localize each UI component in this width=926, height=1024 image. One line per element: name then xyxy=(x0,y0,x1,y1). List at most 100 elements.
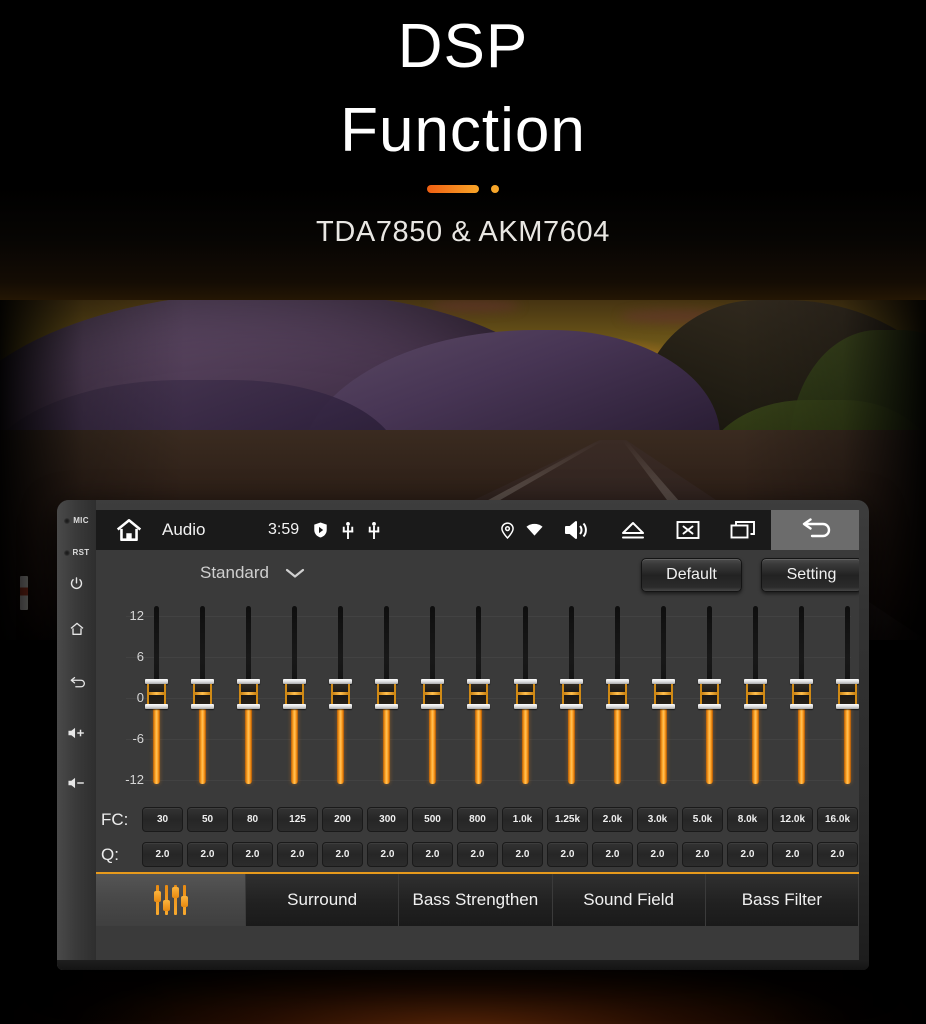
eq-slider-thumb[interactable] xyxy=(375,679,399,709)
q-chip[interactable]: 2.0 xyxy=(457,842,498,867)
eq-slider-thumb[interactable] xyxy=(697,679,721,709)
eq-slider-thumb[interactable] xyxy=(559,679,583,709)
tab-sound-field[interactable]: Sound Field xyxy=(552,874,706,926)
q-chip[interactable]: 2.0 xyxy=(817,842,858,867)
eq-slider[interactable] xyxy=(605,606,629,784)
fc-chip[interactable]: 16.0k xyxy=(817,807,858,832)
eq-slider-thumb[interactable] xyxy=(421,679,445,709)
bezel-reset[interactable]: RST xyxy=(57,548,96,557)
eq-slider-track-filled xyxy=(337,703,345,784)
eq-slider-thumb[interactable] xyxy=(283,679,307,709)
setting-button[interactable]: Setting xyxy=(761,558,859,592)
fc-chip[interactable]: 2.0k xyxy=(592,807,633,832)
q-chip[interactable]: 2.0 xyxy=(232,842,273,867)
toolbar-eject-button[interactable] xyxy=(605,510,661,550)
eq-slider[interactable] xyxy=(789,606,813,784)
eq-slider[interactable] xyxy=(237,606,261,784)
fc-chip[interactable]: 300 xyxy=(367,807,408,832)
eq-slider[interactable] xyxy=(743,606,767,784)
eq-slider-thumb[interactable] xyxy=(605,679,629,709)
thumb-cap-bottom xyxy=(145,704,168,709)
q-chip[interactable]: 2.0 xyxy=(277,842,318,867)
eq-slider[interactable] xyxy=(513,606,537,784)
toolbar-home-button[interactable] xyxy=(96,517,162,543)
fc-chip[interactable]: 8.0k xyxy=(727,807,768,832)
thumb-body xyxy=(561,684,581,704)
fc-chip[interactable]: 1.0k xyxy=(502,807,543,832)
bezel-back-button[interactable] xyxy=(57,672,96,694)
toolbar-location-button[interactable] xyxy=(495,510,520,550)
toolbar-close-button[interactable] xyxy=(661,510,715,550)
eq-slider-thumb[interactable] xyxy=(191,679,215,709)
eq-slider-thumb[interactable] xyxy=(467,679,491,709)
fc-chip[interactable]: 3.0k xyxy=(637,807,678,832)
eq-slider-thumb[interactable] xyxy=(651,679,675,709)
q-chip[interactable]: 2.0 xyxy=(727,842,768,867)
fc-chip[interactable]: 80 xyxy=(232,807,273,832)
preset-dropdown[interactable]: Standard xyxy=(200,563,305,583)
fc-chip[interactable]: 1.25k xyxy=(547,807,588,832)
eq-slider[interactable] xyxy=(467,606,491,784)
bezel-power-button[interactable] xyxy=(57,572,96,594)
equalizer-icon-bar xyxy=(171,885,179,915)
fc-chip[interactable]: 5.0k xyxy=(682,807,723,832)
q-chip[interactable]: 2.0 xyxy=(682,842,723,867)
eq-slider[interactable] xyxy=(283,606,307,784)
tab-surround[interactable]: Surround xyxy=(246,874,400,926)
q-chip[interactable]: 2.0 xyxy=(367,842,408,867)
tab-bass-filter[interactable]: Bass Filter xyxy=(705,874,859,926)
fc-chip[interactable]: 125 xyxy=(277,807,318,832)
bezel-volume-up-button[interactable] xyxy=(57,722,96,744)
fc-chip[interactable]: 200 xyxy=(322,807,363,832)
eq-slider[interactable] xyxy=(697,606,721,784)
bezel-volume-down-button[interactable] xyxy=(57,772,96,794)
tab-label: Bass Strengthen xyxy=(412,890,539,909)
toolbar-volume-button[interactable] xyxy=(549,510,605,550)
fc-chip[interactable]: 12.0k xyxy=(772,807,813,832)
q-chip[interactable]: 2.0 xyxy=(322,842,363,867)
thumb-body xyxy=(745,684,765,704)
q-chip[interactable]: 2.0 xyxy=(592,842,633,867)
q-chip[interactable]: 2.0 xyxy=(502,842,543,867)
eq-slider-track-filled xyxy=(705,703,713,784)
eq-slider[interactable] xyxy=(191,606,215,784)
q-chip[interactable]: 2.0 xyxy=(412,842,453,867)
bezel-home-button[interactable] xyxy=(57,618,96,640)
eq-slider-thumb[interactable] xyxy=(789,679,813,709)
toolbar-wifi-button[interactable] xyxy=(520,510,549,550)
eq-slider[interactable] xyxy=(421,606,445,784)
tab-equalizer[interactable] xyxy=(96,874,246,926)
eq-slider[interactable] xyxy=(835,606,859,784)
eq-slider[interactable] xyxy=(651,606,675,784)
eq-slider[interactable] xyxy=(145,606,168,784)
q-chip[interactable]: 2.0 xyxy=(142,842,183,867)
default-button[interactable]: Default xyxy=(641,558,742,592)
fc-chip[interactable]: 30 xyxy=(142,807,183,832)
tab-bass-strengthen[interactable]: Bass Strengthen xyxy=(399,874,553,926)
q-chip[interactable]: 2.0 xyxy=(187,842,228,867)
eq-slider-thumb[interactable] xyxy=(145,679,168,709)
q-chip[interactable]: 2.0 xyxy=(772,842,813,867)
toolbar-multitask-button[interactable] xyxy=(715,510,771,550)
eq-slider-thumb[interactable] xyxy=(743,679,767,709)
eq-slider-thumb[interactable] xyxy=(237,679,261,709)
fc-chip[interactable]: 500 xyxy=(412,807,453,832)
eq-slider[interactable] xyxy=(329,606,353,784)
eq-slider-thumb[interactable] xyxy=(835,679,859,709)
eq-slider-track-filled xyxy=(797,703,805,784)
fc-row-label: FC: xyxy=(101,809,129,829)
eq-slider-thumb[interactable] xyxy=(329,679,353,709)
fc-chip[interactable]: 50 xyxy=(187,807,228,832)
thumb-cap-bottom xyxy=(513,704,537,709)
hero-subtitle: TDA7850 & AKM7604 xyxy=(316,216,610,248)
toolbar-right-icons xyxy=(495,510,859,550)
fc-chip[interactable]: 800 xyxy=(457,807,498,832)
thumb-body xyxy=(607,684,627,704)
eq-slider-thumb[interactable] xyxy=(513,679,537,709)
q-chip[interactable]: 2.0 xyxy=(547,842,588,867)
toolbar-back-button[interactable] xyxy=(771,510,859,550)
eq-slider[interactable] xyxy=(559,606,583,784)
eq-slider[interactable] xyxy=(375,606,399,784)
q-chip[interactable]: 2.0 xyxy=(637,842,678,867)
bezel-mic: MIC xyxy=(57,516,96,525)
